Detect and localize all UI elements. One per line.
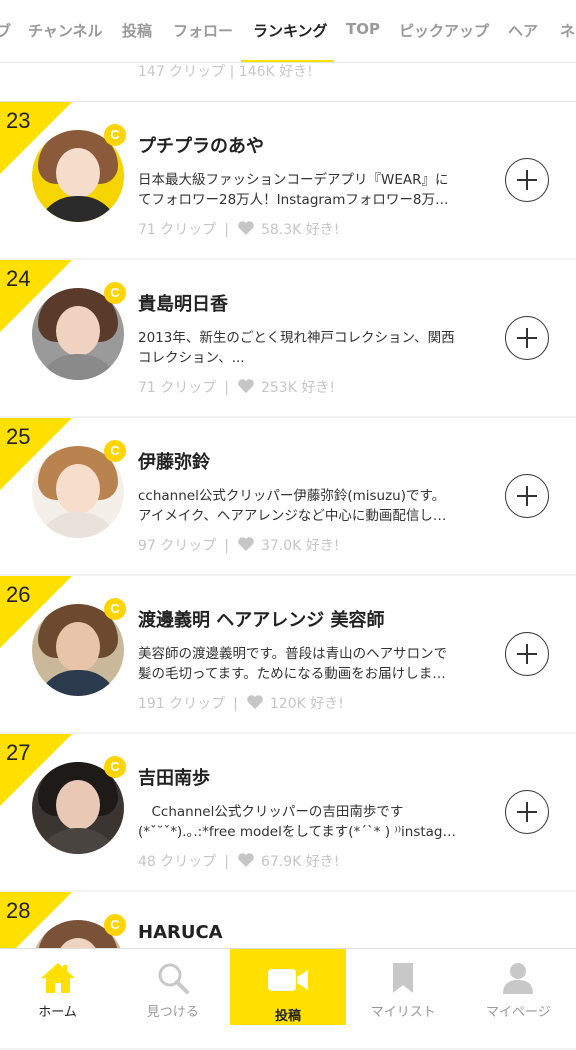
active-tab-indicator	[241, 60, 334, 62]
ranking-card[interactable]: 26 C 渡邊義明 ヘアアレンジ 美容師 美容師の渡邊義明です。普段は青山のヘア…	[0, 576, 576, 732]
nav-mypage[interactable]: マイページ	[461, 949, 576, 1025]
rank-number: 24	[6, 266, 31, 291]
like-count: 67.9K 好き!	[260, 854, 340, 870]
clipper-name[interactable]: 渡邊義明 ヘアアレンジ 美容師	[138, 606, 385, 632]
heart-icon	[238, 853, 254, 867]
nav-mypage-label: マイページ	[486, 1005, 551, 1020]
like-count: 58.3K 好き!	[260, 222, 340, 238]
follow-button[interactable]	[505, 790, 549, 834]
clipper-stats: 191 クリップ | 120K 好き!	[138, 693, 344, 713]
video-camera-icon	[268, 969, 308, 991]
official-clipper-badge-icon: C	[104, 598, 126, 620]
clipper-stats: 71 クリップ | 253K 好き!	[138, 377, 335, 397]
clipper-name[interactable]: HARUCA	[138, 922, 223, 943]
nav-mylist-label: マイリスト	[370, 1005, 436, 1020]
clipper-name[interactable]: 吉田南歩	[138, 764, 210, 790]
official-clipper-badge-icon: C	[104, 124, 126, 146]
clipper-stats: 97 クリップ | 37.0K 好き!	[138, 535, 339, 555]
bottom-navigation: ホーム 見つける 投稿 マイリスト マイページ	[0, 948, 576, 1025]
rank-number: 28	[6, 898, 31, 923]
official-clipper-badge-icon: C	[104, 282, 126, 304]
stats-separator: |	[224, 854, 229, 870]
search-icon	[158, 963, 189, 994]
person-icon	[503, 963, 534, 994]
tab-posts[interactable]: 投稿	[122, 20, 152, 41]
tab-top[interactable]: TOP	[346, 20, 380, 38]
heart-icon	[238, 221, 254, 235]
like-count: 120K 好き!	[269, 696, 344, 712]
like-count: 37.0K 好き!	[260, 538, 340, 554]
heart-icon	[247, 695, 263, 709]
heart-icon	[238, 379, 254, 393]
clipper-description: Cchannel公式クリッパーの吉田南歩です (*ˇ˘ˇ*).｡.:*free …	[138, 804, 457, 840]
clipper-description: cchannel公式クリッパー伊藤弥鈴(misuzu)です。 アイメイク、ヘアア…	[138, 488, 447, 524]
nav-discover-label: 見つける	[146, 1005, 199, 1020]
clipper-name[interactable]: 貴島明日香	[138, 290, 228, 316]
clip-count: 97 クリップ	[138, 538, 217, 554]
nav-discover[interactable]: 見つける	[115, 949, 230, 1025]
tab-ranking[interactable]: ランキング	[253, 20, 328, 41]
follow-button[interactable]	[505, 316, 549, 360]
tab-partial-left[interactable]: ブ	[0, 20, 11, 41]
stats-separator: |	[224, 538, 229, 554]
bookmark-icon	[393, 963, 414, 993]
clip-count: 71 クリップ	[138, 222, 217, 238]
tab-channel[interactable]: チャンネル	[28, 20, 103, 41]
clipper-description: 美容師の渡邊義明です。普段は青山のヘアサロンで 髪の毛切ってます。ためになる動画…	[138, 646, 448, 682]
tab-partial-right[interactable]: ネ	[560, 20, 575, 41]
clipper-stats: 71 クリップ | 58.3K 好き!	[138, 219, 339, 239]
nav-post[interactable]: 投稿	[230, 949, 346, 1025]
follow-button[interactable]	[505, 158, 549, 202]
official-clipper-badge-icon: C	[104, 756, 126, 778]
clipper-stats: 48 クリップ | 67.9K 好き!	[138, 851, 339, 871]
follow-button[interactable]	[505, 474, 549, 518]
clip-count: 48 クリップ	[138, 854, 217, 870]
clipper-name[interactable]: プチプラのあや	[138, 132, 264, 158]
rank-number: 25	[6, 424, 31, 449]
tab-follow[interactable]: フォロー	[173, 20, 233, 41]
like-count: 253K 好き!	[260, 380, 335, 396]
stats-separator: |	[224, 222, 229, 238]
clip-count: 71 クリップ	[138, 380, 217, 396]
rank-number: 27	[6, 740, 31, 765]
ranking-card[interactable]: 27 C 吉田南歩 Cchannel公式クリッパーの吉田南歩です (*ˇ˘ˇ*)…	[0, 734, 576, 890]
tab-hair[interactable]: ヘア	[508, 20, 538, 41]
category-tab-bar: ブ チャンネル 投稿 フォロー ランキング TOP ピックアップ ヘア ネ	[0, 0, 576, 63]
follow-button[interactable]	[505, 632, 549, 676]
nav-post-label: 投稿	[275, 1009, 302, 1024]
rank-number: 23	[6, 108, 31, 133]
ranking-card[interactable]: 23 C プチプラのあや 日本最大級ファッションコーデアプリ『WEAR』に てフ…	[0, 102, 576, 258]
clipper-name[interactable]: 伊藤弥鈴	[138, 448, 210, 474]
ranking-card[interactable]: 24 C 貴島明日香 2013年、新生のごとく現れ神戸コレクション、関西 コレク…	[0, 260, 576, 416]
rank-number: 26	[6, 582, 31, 607]
heart-icon	[238, 537, 254, 551]
stats-separator: |	[233, 696, 238, 712]
nav-home-label: ホーム	[38, 1005, 77, 1020]
stats-separator: |	[224, 380, 229, 396]
clip-count: 191 クリップ	[138, 696, 226, 712]
nav-home[interactable]: ホーム	[0, 949, 115, 1025]
official-clipper-badge-icon: C	[104, 440, 126, 462]
ranking-card[interactable]: 25 C 伊藤弥鈴 cchannel公式クリッパー伊藤弥鈴(misuzu)です。…	[0, 418, 576, 574]
clipper-description: 日本最大級ファッションコーデアプリ『WEAR』に てフォロワー28万人！Inst…	[138, 172, 449, 208]
ranking-list: 23 C プチプラのあや 日本最大級ファッションコーデアプリ『WEAR』に てフ…	[0, 102, 576, 1050]
home-icon	[40, 963, 75, 993]
partial-card-stats: 147 クリップ | 146K 好き!	[138, 64, 313, 80]
official-clipper-badge-icon: C	[104, 914, 126, 936]
tab-pickup[interactable]: ピックアップ	[399, 20, 489, 41]
clipper-description: 2013年、新生のごとく現れ神戸コレクション、関西 コレクション、...	[138, 330, 455, 366]
nav-mylist[interactable]: マイリスト	[346, 949, 461, 1025]
